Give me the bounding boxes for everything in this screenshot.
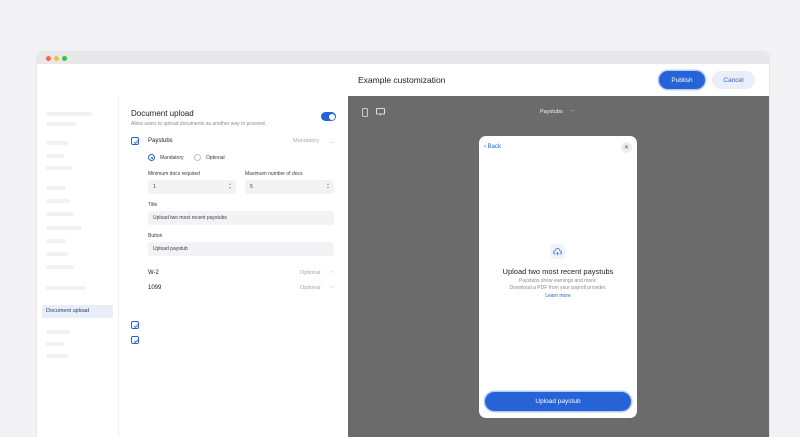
title-field-label: Title [148, 202, 158, 208]
sidebar-item-placeholder[interactable] [46, 286, 86, 290]
button-input-value: Upload paystub [153, 246, 188, 252]
upload-paystub-button[interactable]: Upload paystub [485, 392, 631, 411]
cancel-button[interactable]: Cancel [712, 71, 755, 89]
preview-document-select[interactable]: Paystubs [540, 109, 563, 115]
sidebar-item-placeholder[interactable] [46, 166, 72, 170]
preview-title: Upload two most recent paystubs [502, 267, 614, 276]
sidebar-item-label: Document upload [46, 308, 90, 314]
button-text-input[interactable]: Upload paystub [148, 242, 334, 256]
paystubs-checkbox[interactable] [131, 137, 139, 145]
mandatory-radio-label: Mandatory [160, 155, 184, 161]
top-header: Example customization Publish Cancel [37, 64, 769, 96]
sidebar-item-placeholder[interactable] [46, 122, 76, 126]
1099-requirement[interactable]: Optional [300, 285, 321, 291]
preview-description-line-2: Download a PDF from your payroll provide… [509, 285, 607, 291]
back-label: Back [487, 144, 502, 150]
chevron-down-icon[interactable]: ﹀ [329, 285, 334, 292]
publish-button[interactable]: Publish [659, 71, 705, 89]
mobile-device-icon[interactable] [362, 108, 368, 117]
section-title: Document upload [131, 109, 194, 118]
sidebar-item-placeholder[interactable] [46, 112, 92, 116]
sidebar-item-placeholder[interactable] [46, 212, 74, 216]
preview-pane: Paystubs ﹀ ‹ Back ✕ Upload two most rece… [348, 96, 769, 437]
max-docs-value: 5 [250, 184, 253, 190]
paystubs-requirement[interactable]: Mandatory [293, 138, 319, 144]
learn-more-link[interactable]: Learn more [479, 293, 637, 299]
max-docs-input[interactable]: 5 ▴ ▾ [245, 180, 334, 194]
min-docs-value: 1 [153, 184, 156, 190]
title-input[interactable]: Upload two most recent paystubs [148, 211, 334, 225]
sidebar-item-placeholder[interactable] [46, 226, 82, 230]
sidebar-item-placeholder[interactable] [46, 342, 64, 346]
close-icon[interactable]: ✕ [621, 142, 632, 153]
back-link[interactable]: ‹ Back [484, 144, 501, 150]
checkmark-icon [133, 338, 138, 343]
chevron-down-icon[interactable]: ﹀ [570, 109, 575, 116]
sidebar-item-placeholder[interactable] [46, 141, 68, 145]
optional-radio[interactable] [194, 154, 201, 161]
sidebar-item-placeholder[interactable] [46, 199, 70, 203]
sidebar-item-placeholder[interactable] [46, 186, 66, 190]
sidebar-item-placeholder[interactable] [46, 239, 66, 243]
document-upload-toggle[interactable] [321, 112, 336, 121]
chevron-left-icon: ‹ [484, 144, 486, 150]
sidebar-item-document-upload[interactable]: Document upload [42, 305, 113, 318]
w2-checkbox[interactable] [131, 321, 139, 329]
1099-checkbox[interactable] [131, 336, 139, 344]
stepper-arrows-icon[interactable]: ▴ ▾ [327, 182, 329, 190]
window-titlebar [37, 52, 769, 64]
sidebar: Document upload [37, 96, 118, 437]
page-title: Example customization [358, 75, 446, 85]
max-docs-label: Maximum number of docs [245, 171, 303, 177]
upload-cloud-icon [550, 244, 565, 259]
stepper-arrows-icon[interactable]: ▴ ▾ [229, 182, 231, 190]
min-docs-label: Minimum docs required [148, 171, 200, 177]
mandatory-radio[interactable] [148, 154, 155, 161]
w2-label: W-2 [148, 270, 159, 276]
checkmark-icon [133, 323, 138, 328]
chevron-down-icon[interactable]: ﹀ [329, 270, 334, 277]
title-input-value: Upload two most recent paystubs [153, 215, 227, 221]
phone-preview: ‹ Back ✕ Upload two most recent paystubs… [479, 136, 637, 418]
section-description: Allow users to upload documents as anoth… [131, 121, 267, 127]
sidebar-item-placeholder[interactable] [46, 330, 70, 334]
1099-label: 1099 [148, 285, 162, 291]
optional-radio-label: Optional [206, 155, 225, 161]
preview-description-line-1: Paystubs show earnings and more. [518, 278, 598, 284]
sidebar-item-placeholder[interactable] [46, 252, 68, 256]
w2-requirement[interactable]: Optional [300, 270, 321, 276]
sidebar-item-placeholder[interactable] [46, 354, 68, 358]
button-field-label: Button [148, 233, 163, 239]
settings-panel: Document upload Allow users to upload do… [118, 96, 348, 437]
chevron-up-icon[interactable]: ︿ [329, 138, 334, 145]
sidebar-item-placeholder[interactable] [46, 265, 74, 269]
close-window-dot[interactable] [46, 56, 51, 61]
minimize-window-dot[interactable] [54, 56, 59, 61]
app-window: Example customization Publish Cancel Doc… [37, 52, 769, 437]
desktop-device-icon[interactable] [376, 108, 385, 116]
min-docs-input[interactable]: 1 ▴ ▾ [148, 180, 236, 194]
sidebar-item-placeholder[interactable] [46, 154, 64, 158]
maximize-window-dot[interactable] [62, 56, 67, 61]
checkmark-icon [133, 139, 138, 144]
paystubs-label: Paystubs [148, 138, 173, 144]
